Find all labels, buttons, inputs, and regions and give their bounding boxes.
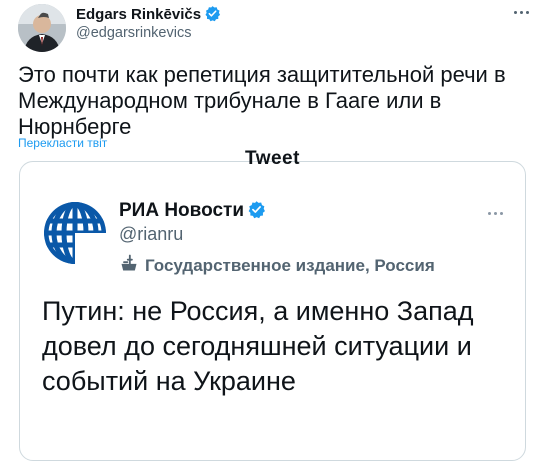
- state-media-text: Государственное издание, Россия: [145, 255, 435, 275]
- state-media-label[interactable]: Государственное издание, Россия: [119, 253, 435, 278]
- verified-badge-icon: [247, 200, 266, 225]
- quoted-tweet-card[interactable]: РИА Новости @rianru Государственное изда…: [19, 161, 526, 461]
- quoted-author-name[interactable]: РИА Новости: [119, 200, 244, 221]
- quoted-more-options-button[interactable]: [483, 206, 507, 220]
- more-dot: [487, 211, 491, 215]
- author-handle[interactable]: @edgarsrinkevics: [76, 25, 191, 41]
- author-name-row[interactable]: Edgars Rinkēvičs: [76, 5, 221, 26]
- state-media-icon: [119, 253, 139, 278]
- ria-novosti-logo-icon[interactable]: [42, 200, 108, 266]
- quoted-tweet-text: Путин: не Россия, а именно Запад довел д…: [42, 296, 474, 396]
- author-avatar[interactable]: [18, 4, 66, 52]
- more-options-button[interactable]: [509, 3, 533, 21]
- more-dot: [525, 10, 529, 14]
- tweet-text: Это почти как репетиция защитительной ре…: [18, 62, 506, 139]
- more-dot: [513, 10, 517, 14]
- quoted-author-handle[interactable]: @rianru: [119, 224, 183, 245]
- author-name[interactable]: Edgars Rinkēvičs: [76, 6, 201, 23]
- quoted-author-name-row[interactable]: РИА Новости: [119, 200, 266, 225]
- more-dot: [499, 211, 503, 215]
- more-dot: [519, 10, 523, 14]
- verified-badge-icon: [204, 5, 221, 26]
- tweet-watermark: Tweet: [245, 148, 300, 169]
- more-dot: [493, 211, 497, 215]
- translate-tweet-link[interactable]: Перекласти твіт: [18, 136, 107, 150]
